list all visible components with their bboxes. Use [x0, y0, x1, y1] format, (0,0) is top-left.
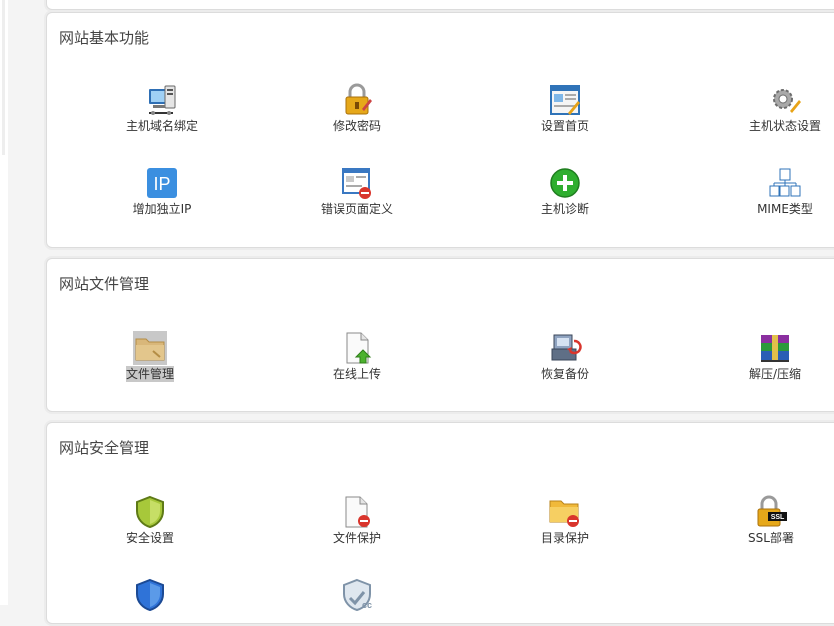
shield-protection-button[interactable] — [90, 578, 210, 626]
file-manager-button[interactable]: 文件管理 — [90, 331, 210, 382]
upload-icon — [346, 332, 372, 364]
item-label: MIME类型 — [757, 202, 813, 216]
cc-shield-icon: cc — [343, 578, 372, 612]
online-upload-button[interactable]: 在线上传 — [297, 331, 417, 382]
item-label: 主机域名绑定 — [125, 119, 198, 133]
item-label: 文件保护 — [332, 531, 381, 545]
file-protection-button[interactable]: 文件保护 — [297, 495, 417, 546]
item-label: 安全设置 — [125, 531, 174, 545]
section-title: 网站安全管理 — [59, 439, 150, 457]
item-label: 在线上传 — [332, 367, 381, 381]
domain-binding-icon — [149, 85, 176, 115]
section-file-management: 网站文件管理 文件管理 在线上传 恢复备份 解压/压缩 — [46, 258, 834, 412]
homepage-icon — [550, 85, 580, 115]
host-diagnose-button[interactable]: 主机诊断 — [505, 166, 625, 217]
svg-text:cc: cc — [362, 600, 372, 610]
restore-icon — [551, 334, 582, 361]
domain-binding-button[interactable]: 主机域名绑定 — [102, 83, 222, 134]
change-password-button[interactable]: 修改密码 — [297, 83, 417, 134]
ip-icon: IP — [147, 168, 177, 198]
item-label: 修改密码 — [332, 119, 381, 133]
directory-protection-button[interactable]: 目录保护 — [505, 495, 625, 546]
item-label: 增加独立IP — [132, 202, 192, 216]
cc-protection-button[interactable]: cc — [297, 578, 417, 626]
add-ip-button[interactable]: IP 增加独立IP — [102, 166, 222, 217]
host-status-settings-button[interactable]: 主机状态设置 — [725, 83, 834, 134]
previous-panel-edge — [46, 0, 834, 10]
gear-icon — [773, 89, 801, 113]
svg-text:SSL: SSL — [771, 514, 785, 521]
section-title: 网站文件管理 — [59, 275, 150, 293]
mime-icon — [769, 168, 801, 197]
diagnose-icon — [550, 168, 580, 198]
item-label: 解压/压缩 — [748, 367, 802, 381]
section-security-management: 网站安全管理 安全设置 文件保护 目录保护 SSL SSL部署 cc — [46, 422, 834, 624]
item-label: 恢复备份 — [540, 367, 589, 381]
item-label: SSL部署 — [748, 531, 794, 545]
shield-icon — [136, 495, 164, 529]
item-label: 主机状态设置 — [748, 119, 821, 133]
item-label: 目录保护 — [540, 531, 589, 545]
svg-text:IP: IP — [153, 174, 170, 194]
ssl-deploy-button[interactable]: SSL SSL部署 — [711, 495, 831, 546]
blue-shield-icon — [136, 578, 164, 612]
unzip-compress-button[interactable]: 解压/压缩 — [715, 331, 834, 382]
item-label: 文件管理 — [125, 366, 174, 382]
item-label: 主机诊断 — [540, 202, 589, 216]
restore-backup-button[interactable]: 恢复备份 — [505, 331, 625, 382]
file-protect-icon — [345, 496, 370, 528]
set-homepage-button[interactable]: 设置首页 — [505, 83, 625, 134]
section-title: 网站基本功能 — [59, 29, 150, 47]
item-label: 错误页面定义 — [320, 202, 393, 216]
archive-icon — [761, 335, 789, 362]
folder-protect-icon — [549, 500, 579, 527]
section-basic-functions: 网站基本功能 主机域名绑定 修改密码 设置首页 主机状态设置 IP 增加独立IP… — [46, 12, 834, 248]
error-page-button[interactable]: 错误页面定义 — [297, 166, 417, 217]
left-scroll-strip — [0, 0, 8, 605]
mime-type-button[interactable]: MIME类型 — [725, 166, 834, 217]
ssl-lock-icon: SSL — [757, 495, 787, 527]
folder-icon — [133, 331, 167, 365]
lock-icon — [345, 83, 372, 115]
security-settings-button[interactable]: 安全设置 — [90, 495, 210, 546]
error-page-icon — [342, 168, 371, 199]
item-label: 设置首页 — [540, 119, 589, 133]
